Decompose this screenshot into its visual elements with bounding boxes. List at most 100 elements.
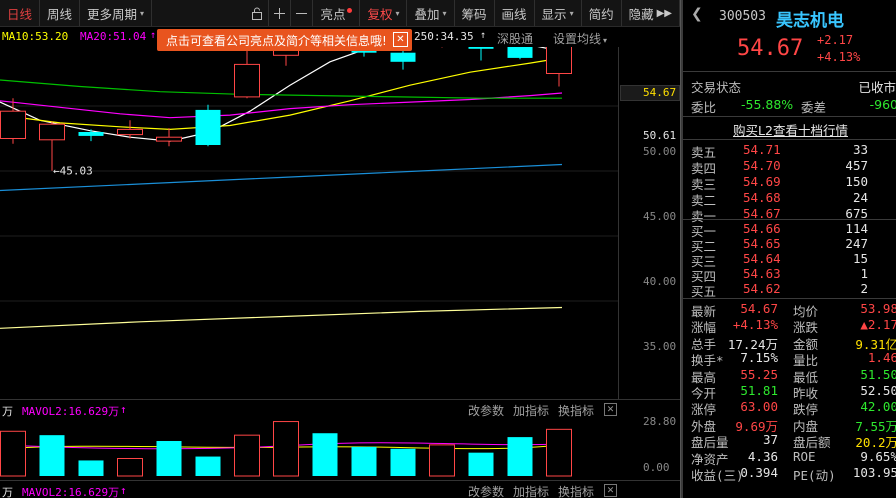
volume-chart[interactable] — [0, 419, 618, 479]
volume-bar — [312, 433, 338, 476]
level-volume: 114 — [845, 221, 868, 236]
level-price: 54.63 — [743, 266, 781, 281]
ma60-line — [0, 79, 562, 99]
close-icon[interactable]: ✕ — [604, 403, 617, 416]
volume-axis-bottom: 0.00 — [643, 461, 670, 474]
simple-mode-button[interactable]: 简约 — [582, 0, 622, 26]
edit-params-button[interactable]: 改参数 — [468, 402, 504, 419]
close-icon[interactable]: ✕ — [604, 484, 617, 497]
low-annotation: ←45.03 — [53, 165, 93, 178]
stat-row: 净资产 4.36 ROE 9.65% — [683, 448, 896, 467]
level-volume: 15 — [852, 251, 868, 266]
zoom-out-icon[interactable] — [291, 0, 314, 26]
ma20-line — [0, 92, 563, 119]
trade-status-value: 已收市 — [858, 80, 896, 95]
highlights-tooltip[interactable]: 点击可查看公司亮点及简介等相关信息哦! ✕ — [157, 29, 412, 51]
stat-value: 103.95 — [852, 465, 896, 480]
bid-row[interactable]: 买四 54.63 1 — [683, 266, 896, 284]
zoom-in-icon[interactable] — [269, 0, 292, 26]
stat-value: 54.67 — [740, 301, 778, 316]
chevron-down-icon: ▾ — [603, 36, 608, 45]
chips-button[interactable]: 筹码 — [455, 0, 495, 26]
level-volume: 2 — [860, 281, 868, 296]
trade-status-row: 交易状态 已收市 — [683, 77, 896, 95]
hide-button[interactable]: 隐藏 ▶▶ — [622, 0, 680, 26]
hide-label: 隐藏 — [628, 6, 654, 22]
close-icon[interactable]: ✕ — [393, 32, 408, 47]
bid-row[interactable]: 买一 54.66 114 — [683, 221, 896, 239]
ask-row[interactable]: 卖五 54.71 33 — [683, 142, 896, 160]
more-periods-label: 更多周期 — [87, 6, 138, 22]
divider — [683, 298, 896, 299]
sz-connect-link[interactable]: 深股通 — [497, 30, 533, 47]
volume-bar — [429, 444, 455, 477]
highlights-button[interactable]: 亮点 — [313, 0, 361, 26]
candle-body — [117, 128, 143, 136]
display-dropdown[interactable]: 显示 ▾ — [535, 0, 582, 26]
ask-row[interactable]: 卖三 54.69 150 — [683, 174, 896, 192]
bid-row[interactable]: 买二 54.65 247 — [683, 236, 896, 254]
volume-header: 万 MAVOL2:16.629万 ↑ 改参数 加指标 换指标 ✕ — [0, 399, 680, 419]
display-label: 显示 — [541, 6, 567, 22]
level-price: 54.64 — [743, 251, 781, 266]
volume-axis-top: 28.80 — [643, 415, 677, 428]
volume-bar — [390, 448, 416, 476]
level-price: 54.70 — [743, 158, 781, 173]
candle-body — [195, 109, 221, 145]
stat-value: ▲2.17 — [860, 317, 896, 333]
ma-settings-dropdown[interactable]: 设置均线 ▾ — [553, 30, 607, 47]
tab-daily[interactable]: 日线 — [0, 0, 41, 26]
chevron-down-icon: ▾ — [395, 8, 400, 18]
more-periods-dropdown[interactable]: 更多周期 ▾ — [80, 0, 153, 26]
ma-up-arrow-icon: ↑ — [120, 403, 127, 416]
bid-row[interactable]: 买三 54.64 15 — [683, 251, 896, 269]
tab-weekly[interactable]: 周线 — [40, 0, 81, 26]
lock-icon[interactable] — [246, 0, 270, 26]
restore-rights-dropdown[interactable]: 复权 ▾ — [360, 0, 408, 26]
double-arrow-right-icon: ▶▶ — [656, 7, 672, 19]
add-indicator-button[interactable]: 加指标 — [513, 402, 549, 419]
candle-body — [0, 110, 26, 139]
stock-name: 昊志机电 — [776, 11, 844, 31]
ask-row[interactable]: 卖四 54.70 457 — [683, 158, 896, 176]
ref-price-label: 50.61 — [643, 129, 677, 142]
price-tick: 50.00 — [643, 145, 677, 158]
ma10-label: MA10:53.20 — [2, 30, 69, 43]
ma-up-arrow-icon: ↑ — [150, 30, 157, 41]
volume-bar — [351, 446, 377, 476]
candle-body — [78, 132, 104, 136]
ma250-line — [0, 306, 563, 329]
divider — [683, 71, 896, 72]
stat-label: 收益(三) — [691, 468, 744, 483]
prev-stock-icon[interactable]: ❮ — [691, 6, 703, 22]
price-chart[interactable]: ←56.38←45.03 — [0, 47, 680, 399]
overlay-dropdown[interactable]: 叠加 ▾ — [407, 0, 455, 26]
price-tick: 45.00 — [643, 210, 677, 223]
bid-row[interactable]: 买五 54.62 2 — [683, 281, 896, 299]
volume-header-2: 万 MAVOL2:16.629万 ↑ 改参数 加指标 换指标 ✕ — [0, 480, 680, 498]
buy-l2-link[interactable]: 购买L2查看十档行情 — [683, 120, 896, 139]
level-price: 54.65 — [743, 236, 781, 251]
add-indicator-button[interactable]: 加指标 — [513, 483, 549, 498]
level-volume: 247 — [845, 236, 868, 251]
candle-body — [156, 136, 182, 142]
stat-value: 9.65% — [860, 448, 896, 464]
switch-indicator-button[interactable]: 换指标 — [558, 483, 594, 498]
candle-body — [468, 47, 494, 49]
weibi-value: -55.88% — [741, 97, 794, 112]
weicha-label: 委差 — [801, 100, 827, 115]
edit-params-button[interactable]: 改参数 — [468, 483, 504, 498]
tooltip-text: 点击可查看公司亮点及简介等相关信息哦! — [166, 33, 387, 48]
chevron-down-icon: ▾ — [140, 8, 145, 18]
divider — [683, 116, 896, 117]
stat-row: 盘后量 37 盘后额 20.2万 — [683, 432, 896, 450]
stat-row: 最高 55.25 最低 51.50 — [683, 366, 896, 385]
stat-value: 51.50 — [860, 366, 896, 382]
draw-line-button[interactable]: 画线 — [495, 0, 535, 26]
ma-up-arrow-icon: ↑ — [480, 30, 487, 41]
ask-row[interactable]: 卖二 54.68 24 — [683, 190, 896, 208]
volume-bar — [0, 430, 26, 477]
stat-value: +4.13% — [732, 317, 778, 333]
switch-indicator-button[interactable]: 换指标 — [558, 402, 594, 419]
